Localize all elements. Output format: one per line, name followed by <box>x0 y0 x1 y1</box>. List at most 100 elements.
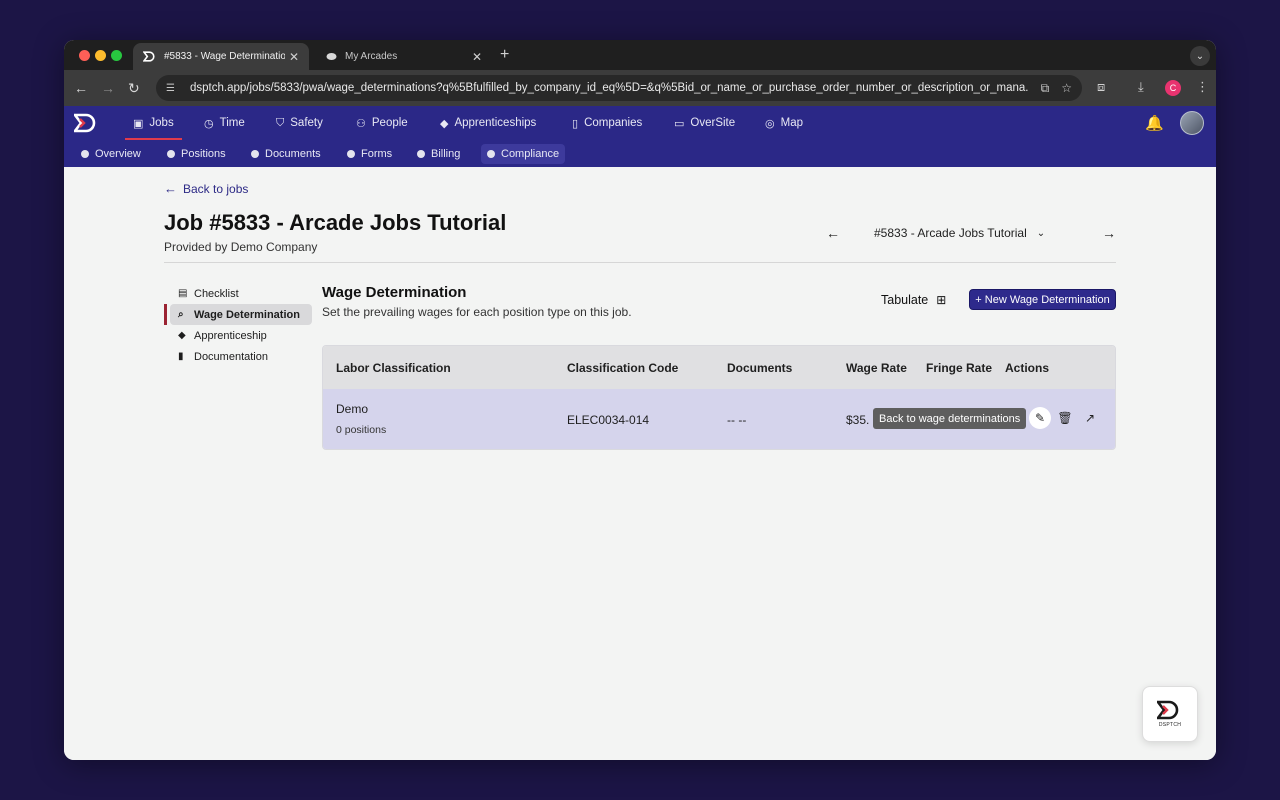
app-navbar: ▣ Jobs ◷ Time ⛉ Safety ⚇ People ◆ Appren… <box>64 106 1216 140</box>
section-title: Wage Determination <box>322 284 467 301</box>
subnav-item-documents[interactable]: Documents <box>245 144 327 164</box>
side-item-label: Checklist <box>194 287 239 300</box>
column-header: Classification Code <box>567 360 679 375</box>
previous-job-arrow-icon[interactable]: ← <box>826 225 840 241</box>
subnav-label: Documents <box>265 148 321 160</box>
divider <box>164 262 1116 263</box>
url-text: dsptch.app/jobs/5833/pwa/wage_determinat… <box>190 82 1029 94</box>
new-tab-button[interactable]: + <box>500 46 509 64</box>
job-switcher-select[interactable]: #5833 - Arcade Jobs Tutorial <box>874 226 1027 240</box>
main-content: ← Back to jobs Job #5833 - Arcade Jobs T… <box>64 167 1216 760</box>
clock-icon: ◷ <box>204 117 214 130</box>
profile-avatar[interactable]: C <box>1165 80 1181 96</box>
nav-item-label: Safety <box>290 117 323 129</box>
page-title: Job #5833 - Arcade Jobs Tutorial <box>164 210 507 235</box>
tab-title: #5833 - Wage Determination <box>164 51 285 62</box>
tab-search-chevron-icon[interactable]: ⌄ <box>1190 46 1210 66</box>
side-item-label: Apprenticeship <box>194 329 267 342</box>
close-window-button[interactable] <box>79 50 90 61</box>
documents-cell: -- -- <box>727 412 747 427</box>
job-switcher: ← #5833 - Arcade Jobs Tutorial ⌄ → <box>826 225 1116 241</box>
dsptch-logo-icon[interactable] <box>74 113 100 133</box>
subnav-item-forms[interactable]: Forms <box>341 144 398 164</box>
row-actions: ✎ 🗑 ↗ <box>1029 407 1104 429</box>
address-bar[interactable]: ☰ dsptch.app/jobs/5833/pwa/wage_determin… <box>156 75 1082 101</box>
reload-icon[interactable]: ↻ <box>128 79 140 97</box>
side-item-wage-determination[interactable]: ⌕ Wage Determination <box>164 304 312 325</box>
people-icon: ⚇ <box>356 117 366 130</box>
subnav-item-overview[interactable]: Overview <box>75 144 147 164</box>
wage-rate-cell: $35. <box>846 412 870 427</box>
tabulate-toggle[interactable]: Tabulate ⊞ <box>881 293 946 307</box>
close-tab-icon[interactable]: ✕ <box>289 50 299 64</box>
site-info-icon[interactable]: ☰ <box>166 83 180 94</box>
side-item-checklist[interactable]: ▤ Checklist <box>164 283 312 304</box>
next-job-arrow-icon[interactable]: → <box>1102 225 1116 241</box>
dot-icon <box>487 150 495 158</box>
back-to-jobs-link[interactable]: ← Back to jobs <box>164 181 248 196</box>
subnav-item-compliance[interactable]: Compliance <box>481 144 566 164</box>
nav-item-companies[interactable]: ▯ Companies <box>572 106 642 140</box>
building-icon: ▯ <box>572 117 579 130</box>
nav-item-oversite[interactable]: ▭ OverSite <box>674 106 735 140</box>
arcade-icon <box>324 51 338 63</box>
install-app-icon[interactable]: ⧉ <box>1041 81 1050 96</box>
side-item-documentation[interactable]: ▮ Documentation <box>164 346 312 367</box>
nav-item-apprenticeships[interactable]: ◆ Apprenticeships <box>440 106 536 140</box>
dsptch-logo-icon <box>143 51 157 63</box>
download-icon[interactable]: ⤓ <box>1138 79 1144 95</box>
nav-item-safety[interactable]: ⛉ Safety <box>276 106 323 140</box>
notification-bell-icon[interactable]: 🔔 <box>1145 114 1164 132</box>
browser-tab-wage-determination[interactable]: #5833 - Wage Determination ✕ <box>133 43 309 70</box>
browser-menu-icon[interactable]: ⋮ <box>1196 79 1209 95</box>
column-header: Documents <box>727 360 793 375</box>
column-header: Fringe Rate <box>926 360 993 375</box>
maximize-window-button[interactable] <box>111 50 122 61</box>
new-wage-determination-button[interactable]: + New Wage Determination <box>969 289 1116 310</box>
dot-icon <box>417 150 425 158</box>
dot-icon <box>251 150 259 158</box>
close-tab-icon[interactable]: ✕ <box>472 50 482 64</box>
bookmark-star-icon[interactable]: ☆ <box>1061 81 1072 95</box>
subnav-label: Overview <box>95 148 141 160</box>
dsptch-help-widget[interactable]: DSPTCH <box>1142 686 1198 742</box>
column-header: Labor Classification <box>336 360 451 375</box>
forward-arrow-icon[interactable]: → <box>101 79 115 97</box>
subnav-label: Forms <box>361 148 393 160</box>
nav-item-label: OverSite <box>690 117 736 129</box>
nav-item-label: Apprenticeships <box>454 117 537 129</box>
classification-code-cell: ELEC0034-014 <box>567 412 650 427</box>
subnav-label: Positions <box>181 148 226 160</box>
extensions-icon[interactable]: ⧈ <box>1097 79 1105 95</box>
nav-item-label: Time <box>219 117 245 129</box>
globe-icon: ◎ <box>765 117 775 130</box>
trash-icon[interactable]: 🗑 <box>1054 407 1076 429</box>
nav-item-map[interactable]: ◎ Map <box>765 106 803 140</box>
table-row[interactable]: Demo 0 positions ELEC0034-014 -- -- $35.… <box>323 389 1115 449</box>
browser-tab-my-arcades[interactable]: My Arcades ✕ <box>314 43 492 70</box>
nav-item-time[interactable]: ◷ Time <box>204 106 245 140</box>
side-item-apprenticeship[interactable]: ◆ Apprenticeship <box>164 325 312 346</box>
nav-item-jobs[interactable]: ▣ Jobs <box>125 106 182 140</box>
minimize-window-button[interactable] <box>95 50 106 61</box>
widget-label: DSPTCH <box>1158 722 1182 728</box>
dot-icon <box>81 150 89 158</box>
nav-item-people[interactable]: ⚇ People <box>356 106 408 140</box>
back-arrow-icon[interactable]: ← <box>74 79 88 97</box>
subnav-label: Compliance <box>501 148 560 160</box>
browser-window: #5833 - Wage Determination ✕ My Arcades … <box>64 40 1216 760</box>
user-avatar[interactable] <box>1180 111 1204 135</box>
browser-toolbar: ← → ↻ ☰ dsptch.app/jobs/5833/pwa/wage_de… <box>64 70 1216 106</box>
graduation-cap-icon: ◆ <box>178 330 186 341</box>
tab-strip: #5833 - Wage Determination ✕ My Arcades … <box>64 40 1216 70</box>
chevron-down-icon[interactable]: ⌄ <box>1037 228 1045 239</box>
tabulate-label: Tabulate <box>881 293 929 307</box>
table-icon: ⊞ <box>936 293 947 307</box>
external-link-icon[interactable]: ↗ <box>1079 407 1101 429</box>
subnav-item-positions[interactable]: Positions <box>161 144 232 164</box>
side-item-label: Documentation <box>194 350 268 363</box>
dot-icon <box>167 150 175 158</box>
edit-icon[interactable]: ✎ <box>1029 407 1051 429</box>
subnav-item-billing[interactable]: Billing <box>411 144 466 164</box>
section-subtitle: Set the prevailing wages for each positi… <box>322 305 632 319</box>
